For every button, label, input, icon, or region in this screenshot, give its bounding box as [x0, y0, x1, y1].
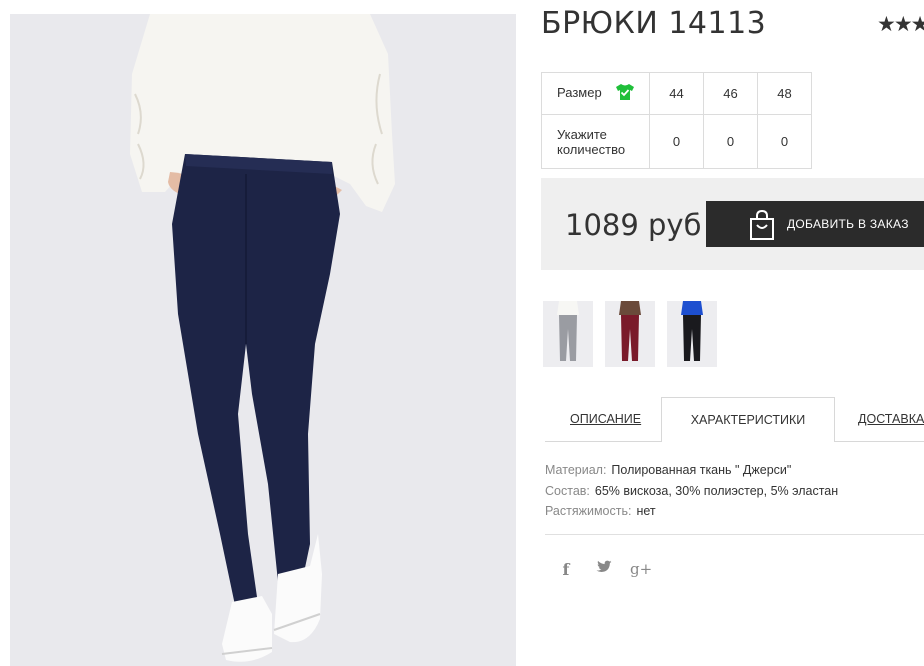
spec-row-composition: Состав: 65% вискоза, 30% полиэстер, 5% эл… [545, 481, 838, 502]
googleplus-icon[interactable]: g+ [630, 560, 652, 578]
facebook-icon[interactable]: f [556, 560, 576, 579]
spec-key: Материал: [545, 463, 607, 477]
variant-thumb-grey[interactable] [543, 301, 593, 367]
product-price: 1089 руб [565, 208, 702, 242]
rating-stars[interactable]: ★★★ [877, 12, 924, 37]
spec-value: Полированная ткань " Джерси" [611, 463, 792, 477]
spec-row-stretch: Растяжимость: нет [545, 501, 838, 522]
size-label-cell: Размер [541, 72, 650, 115]
product-specs: Материал: Полированная ткань " Джерси" Со… [545, 460, 838, 522]
size-label: Размер [557, 84, 602, 100]
quantity-label-line1: Укажите [557, 126, 607, 142]
variant-thumb-burgundy[interactable] [605, 301, 655, 367]
product-title: БРЮКИ 14113 [541, 6, 767, 41]
spec-row-material: Материал: Полированная ткань " Джерси" [545, 460, 838, 481]
spec-key: Растяжимость: [545, 504, 632, 518]
quantity-input-46[interactable]: 0 [703, 114, 758, 169]
spec-key: Состав: [545, 483, 590, 498]
size-46: 46 [703, 72, 758, 115]
size-row: Размер 44 46 48 [541, 72, 812, 115]
spec-value: 65% вискоза, 30% полиэстер, 5% эластан [594, 483, 839, 498]
twitter-icon[interactable] [594, 560, 614, 578]
product-main-photo[interactable] [10, 14, 516, 666]
quantity-input-44[interactable]: 0 [649, 114, 704, 169]
size-44: 44 [649, 72, 704, 115]
add-to-order-button[interactable]: ДОБАВИТЬ В ЗАКАЗ [706, 201, 924, 247]
specs-divider [545, 534, 924, 535]
tab-description[interactable]: ОПИСАНИЕ [570, 397, 641, 441]
size-quantity-table: Размер 44 46 48 Укажите количество 0 0 0 [541, 72, 812, 169]
add-to-order-label: ДОБАВИТЬ В ЗАКАЗ [787, 217, 909, 231]
tab-delivery[interactable]: ДОСТАВКА [858, 397, 924, 441]
shopping-bag-icon [749, 209, 775, 243]
size-48: 48 [757, 72, 812, 115]
quantity-label-line2: количество [557, 141, 626, 157]
quantity-row: Укажите количество 0 0 0 [541, 114, 812, 169]
quantity-label: Укажите количество [541, 114, 650, 169]
tshirt-check-icon[interactable] [615, 83, 635, 104]
tab-characteristics[interactable]: ХАРАКТЕРИСТИКИ [661, 397, 835, 442]
tab-underline-left [545, 441, 661, 442]
tab-underline-right [834, 441, 924, 442]
variant-thumb-black[interactable] [667, 301, 717, 367]
spec-value: нет [636, 504, 656, 518]
price-box: 1089 руб ДОБАВИТЬ В ЗАКАЗ [541, 178, 924, 270]
quantity-input-48[interactable]: 0 [757, 114, 812, 169]
